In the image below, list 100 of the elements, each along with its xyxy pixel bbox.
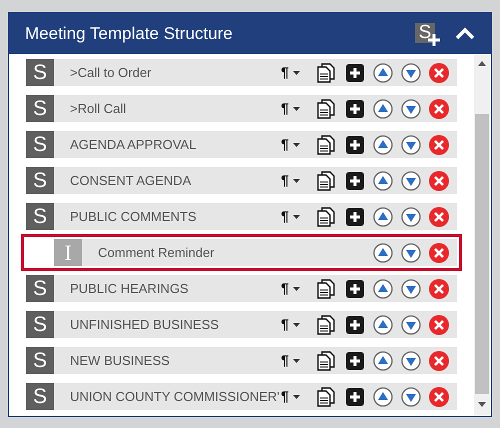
delete-button[interactable] [429, 134, 449, 154]
add-button[interactable] [345, 134, 365, 154]
section-row[interactable]: S NEW BUSINESS ¶ [26, 347, 457, 374]
move-up-button[interactable] [373, 134, 393, 154]
scrollbar[interactable] [474, 54, 490, 416]
move-down-button[interactable] [401, 134, 421, 154]
section-title: CONSENT AGENDA [69, 172, 192, 190]
copy-button[interactable] [317, 278, 337, 298]
copy-button[interactable] [317, 206, 337, 226]
caret-icon [292, 214, 300, 218]
section-title: PUBLIC HEARINGS [69, 280, 190, 298]
move-up-button[interactable] [373, 278, 393, 298]
caret-icon [292, 358, 300, 362]
move-down-button[interactable] [401, 314, 421, 334]
add-button[interactable] [345, 278, 365, 298]
format-dropdown[interactable]: ¶ [281, 170, 307, 191]
move-down-button[interactable] [401, 386, 421, 406]
section-row[interactable]: S UNION COUNTY COMMISSIONER'¶ [26, 383, 457, 410]
copy-button[interactable] [317, 314, 337, 334]
section-type-badge: S [26, 59, 54, 86]
move-up-button[interactable] [373, 206, 393, 226]
copy-button[interactable] [317, 134, 337, 154]
section-type-badge: S [26, 383, 54, 410]
section-type-badge: S [26, 275, 54, 302]
copy-button[interactable] [317, 170, 337, 190]
format-dropdown[interactable]: ¶ [281, 206, 307, 227]
delete-button[interactable] [429, 242, 449, 262]
move-down-button[interactable] [401, 170, 421, 190]
section-row[interactable]: S CONSENT AGENDA ¶ [26, 167, 457, 194]
copy-button[interactable] [317, 98, 337, 118]
section-title: UNFINISHED BUSINESS [69, 316, 220, 334]
format-dropdown[interactable]: ¶ [281, 386, 307, 407]
delete-button[interactable] [429, 314, 449, 334]
add-button[interactable] [345, 314, 365, 334]
add-button[interactable] [345, 386, 365, 406]
section-title: NEW BUSINESS [69, 352, 171, 370]
section-type-badge: S [26, 167, 54, 194]
add-button[interactable] [345, 206, 365, 226]
caret-icon [292, 106, 300, 110]
move-up-button[interactable] [373, 242, 393, 262]
section-title: >Roll Call [69, 100, 127, 118]
move-down-button[interactable] [401, 62, 421, 82]
move-up-button[interactable] [373, 314, 393, 334]
scroll-down-icon[interactable] [478, 402, 486, 407]
scroll-up-icon[interactable] [478, 61, 486, 66]
section-type-badge: S [26, 347, 54, 374]
section-row[interactable]: S UNFINISHED BUSINESS ¶ [26, 311, 457, 338]
caret-icon [292, 70, 300, 74]
section-row[interactable]: S >Call to Order ¶ [26, 59, 457, 86]
move-down-button[interactable] [401, 98, 421, 118]
move-up-button[interactable] [373, 98, 393, 118]
delete-button[interactable] [429, 170, 449, 190]
format-dropdown[interactable]: ¶ [281, 350, 307, 371]
scrollbar-thumb[interactable] [475, 114, 489, 394]
format-dropdown[interactable]: ¶ [281, 314, 307, 335]
delete-button[interactable] [429, 206, 449, 226]
section-type-badge: S [26, 311, 54, 338]
format-dropdown[interactable]: ¶ [281, 278, 307, 299]
move-down-button[interactable] [401, 350, 421, 370]
section-row[interactable]: S PUBLIC HEARINGS ¶ [26, 275, 457, 302]
section-type-badge: S [26, 203, 54, 230]
caret-icon [292, 394, 300, 398]
item-row[interactable]: I Comment Reminder [54, 239, 457, 266]
delete-button[interactable] [429, 62, 449, 82]
section-title: PUBLIC COMMENTS [69, 208, 198, 226]
delete-button[interactable] [429, 278, 449, 298]
delete-button[interactable] [429, 98, 449, 118]
delete-button[interactable] [429, 386, 449, 406]
move-up-button[interactable] [373, 170, 393, 190]
section-row[interactable]: S PUBLIC COMMENTS ¶ [26, 203, 457, 230]
move-down-button[interactable] [401, 206, 421, 226]
add-button[interactable] [345, 350, 365, 370]
add-button[interactable] [345, 170, 365, 190]
section-title: AGENDA APPROVAL [69, 136, 198, 154]
item-type-badge: I [54, 239, 82, 266]
add-section-button[interactable]: S [415, 22, 437, 44]
move-up-button[interactable] [373, 62, 393, 82]
copy-button[interactable] [317, 62, 337, 82]
move-down-button[interactable] [401, 242, 421, 262]
section-type-badge: S [26, 131, 54, 158]
add-button[interactable] [345, 62, 365, 82]
delete-button[interactable] [429, 350, 449, 370]
move-down-button[interactable] [401, 278, 421, 298]
add-button[interactable] [345, 98, 365, 118]
item-title: Comment Reminder [97, 244, 216, 262]
copy-button[interactable] [317, 350, 337, 370]
section-title: UNION COUNTY COMMISSIONER' [69, 388, 281, 406]
section-row[interactable]: S AGENDA APPROVAL ¶ [26, 131, 457, 158]
move-up-button[interactable] [373, 350, 393, 370]
format-dropdown[interactable]: ¶ [281, 134, 307, 155]
copy-button[interactable] [317, 386, 337, 406]
caret-icon [292, 286, 300, 290]
section-row[interactable]: S >Roll Call ¶ [26, 95, 457, 122]
format-dropdown[interactable]: ¶ [281, 98, 307, 119]
section-title: >Call to Order [69, 64, 152, 82]
move-up-button[interactable] [373, 386, 393, 406]
caret-icon [292, 142, 300, 146]
caret-icon [292, 178, 300, 182]
format-dropdown[interactable]: ¶ [281, 62, 307, 83]
panel-title: Meeting Template Structure [25, 22, 234, 45]
